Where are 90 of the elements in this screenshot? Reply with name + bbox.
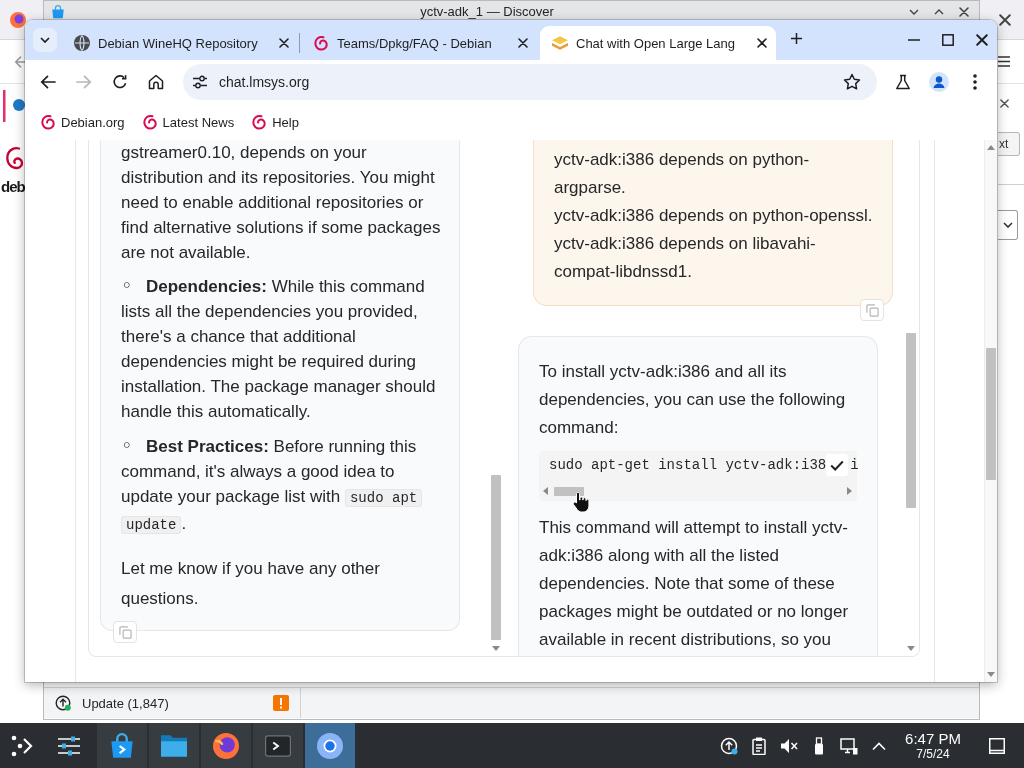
profile-avatar-icon[interactable] [929, 72, 949, 92]
close-icon[interactable] [999, 13, 1011, 26]
code-text: i [850, 457, 859, 473]
show-desktop-icon[interactable] [989, 737, 1005, 754]
taskbar-app-button[interactable] [97, 723, 147, 768]
copy-icon [865, 303, 879, 317]
flask-icon[interactable] [895, 74, 911, 90]
swirl-icon [41, 114, 55, 130]
more-menu-icon[interactable] [973, 74, 977, 90]
scrollbar-thumb[interactable] [986, 348, 996, 480]
scrollbar-thumb[interactable] [491, 475, 501, 640]
close-icon[interactable] [959, 7, 969, 17]
browser-tab[interactable]: Teams/Dpkg/FAQ - Debian [301, 26, 537, 60]
swirl-icon [313, 35, 329, 51]
message-line: yctv-adk:i386 depends on libavahi-compat-libdnssd1. [554, 233, 817, 283]
swirl-icon [142, 114, 157, 130]
swirl-logo-icon [6, 146, 23, 170]
scrollbar-thumb[interactable] [905, 333, 916, 508]
update-label[interactable]: Update (1,847) [82, 695, 169, 711]
triangle-left-icon[interactable] [543, 487, 548, 495]
firefox-icon [213, 732, 239, 759]
copy-icon [118, 625, 132, 639]
star-icon[interactable] [843, 73, 861, 91]
close-icon[interactable] [518, 38, 528, 48]
dropdown[interactable] [998, 210, 1018, 240]
layers-icon [552, 35, 568, 51]
close-icon[interactable] [279, 38, 289, 48]
triangle-down-icon[interactable] [492, 646, 500, 651]
firefox-icon [10, 11, 26, 28]
message-paragraph: Let me know if you have any other questions. [121, 558, 381, 610]
next-button[interactable]: xt [998, 132, 1020, 156]
scrollbar-thumb[interactable] [554, 486, 584, 496]
chevron-up-icon[interactable] [934, 7, 944, 17]
tab-list-button[interactable] [33, 28, 57, 52]
maximize-icon[interactable] [942, 34, 954, 46]
folder-icon [161, 732, 187, 759]
reload-icon[interactable] [112, 74, 128, 90]
caret-down-icon [40, 37, 50, 43]
tune-icon[interactable] [192, 75, 208, 89]
bullet-item: ◦ Dependencies: While this command lists all the dependencies you provided, there's a chance that additional dependencies might be required during installation. The package manager should handle this automatically. [121, 274, 437, 423]
logo-text: deb [1, 178, 25, 195]
update-icon[interactable] [55, 695, 71, 711]
taskbar-app-button[interactable] [305, 723, 355, 768]
plus-icon[interactable] [789, 32, 803, 45]
window-title: yctv-adk_1 — Discover [419, 4, 555, 19]
address-bar[interactable]: chat.lmsys.org [183, 64, 877, 100]
chevron-down-icon [1002, 222, 1013, 228]
message-paragraph: gstreamer0.10, depends on your distribution and its repositories. You might need to enable additional repositories or find alternative solutions if some packages are not available. [121, 142, 442, 264]
clock-date[interactable]: 7/5/24 [916, 747, 950, 761]
browser-tab[interactable]: Chat with Open Large Lang [540, 26, 776, 60]
url-text[interactable]: chat.lmsys.org [219, 74, 832, 90]
app-launcher-icon[interactable] [11, 734, 33, 757]
code-text: sudo apt-get install yctv-adk:i38 [549, 457, 827, 473]
message-paragraph: To install yctv-adk:i386 and all its dependencies, you can use the following command: [539, 361, 847, 439]
shopping-bag-icon [51, 5, 65, 19]
bullet-item: ◦ Best Practices: Before running this command, it's always a good idea to update your package list with sudo apt update . [121, 434, 446, 538]
taskbar-app-button[interactable] [201, 723, 251, 768]
clock-time[interactable]: 6:47 PM [905, 730, 961, 747]
clipboard-icon[interactable] [750, 736, 768, 755]
terminal-icon [265, 732, 291, 759]
taskbar-app-button[interactable] [149, 723, 199, 768]
close-icon[interactable] [1000, 99, 1009, 108]
triangle-right-icon[interactable] [847, 487, 852, 495]
swirl-icon [252, 114, 267, 130]
bookmark[interactable]: Debian.org [33, 110, 133, 134]
shopping-bag-icon [109, 732, 135, 759]
chromium-icon [317, 732, 343, 759]
page-scrollbar[interactable] [984, 140, 997, 682]
close-icon[interactable] [976, 34, 988, 46]
clock[interactable]: 6:47 PM 7/5/24 [900, 730, 966, 761]
bookmark[interactable]: Latest News [134, 110, 243, 134]
browser-tab[interactable]: Debian WineHQ Repository [62, 26, 298, 60]
network-icon[interactable] [840, 736, 858, 755]
triangle-down-icon[interactable] [987, 672, 995, 677]
message-line: yctv-adk:i386 depends on python-openssl. [554, 205, 874, 227]
home-icon[interactable] [148, 74, 164, 90]
taskbar-app-button[interactable] [253, 723, 303, 768]
chevron-down-icon[interactable] [909, 7, 919, 17]
triangle-down-icon[interactable] [906, 646, 915, 651]
page-graphic [3, 90, 25, 122]
triangle-up-icon[interactable] [987, 145, 995, 150]
copy-button[interactable] [826, 454, 849, 476]
globe-icon [74, 35, 90, 51]
message-paragraph: This command will attempt to install yctv-adk:i386 along with all the listed dependencies. Note that some of these packages might be outdated or no longer available in recent distributions, so you [539, 517, 850, 651]
bookmark[interactable]: Help [244, 110, 307, 134]
back-arrow-icon[interactable] [40, 75, 56, 89]
message-line: yctv-adk:i386 depends on python-argparse. [554, 149, 811, 199]
close-icon[interactable] [757, 38, 767, 48]
sliders-icon[interactable] [57, 735, 81, 756]
menu-icon[interactable] [998, 56, 1010, 67]
